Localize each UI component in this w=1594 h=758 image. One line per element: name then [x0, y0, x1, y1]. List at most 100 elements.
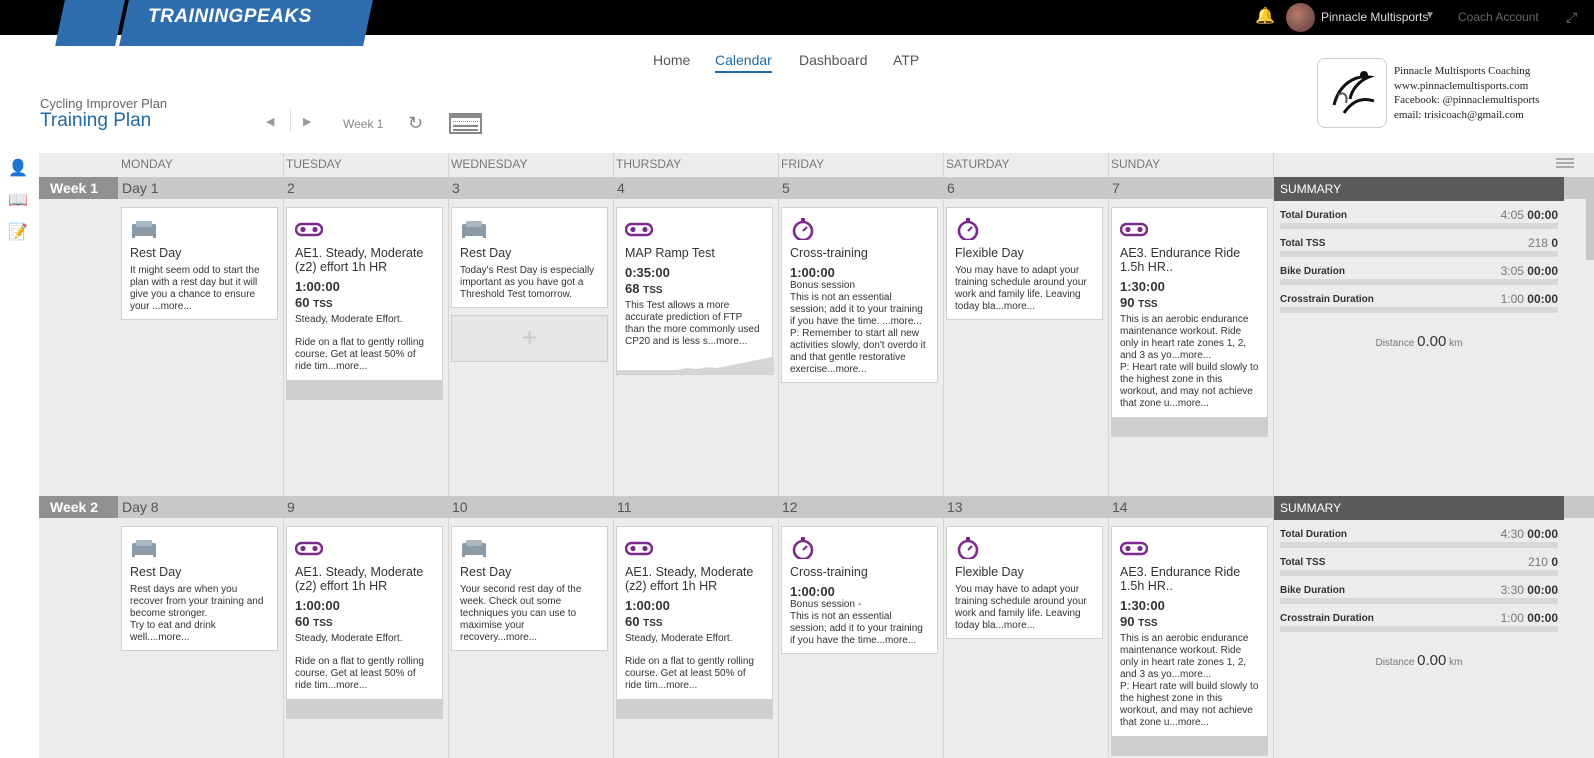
day-number: 10 — [452, 499, 468, 515]
workout-duration: 1:00:00 — [295, 598, 340, 613]
column-divider — [283, 153, 284, 758]
prev-week-icon[interactable]: ◀ — [266, 115, 274, 128]
workout-description: This is an aerobic endurance maintenance… — [1120, 633, 1249, 680]
workout-description: Ride on a flat to gently rolling course.… — [295, 337, 424, 372]
nav-atp[interactable]: ATP — [893, 52, 919, 68]
summary-row-total-tss: Total TSS 218 0 — [1274, 229, 1564, 257]
app-logo[interactable]: TRAININGPEAKS — [148, 6, 312, 28]
week-summary: SUMMARY Total Duration 4:30 00:00 Total TSS… — [1274, 496, 1564, 669]
summary-row-crosstrain-duration: Crosstrain Duration 1:00 00:00 — [1274, 604, 1564, 632]
day-number: 2 — [287, 180, 295, 196]
add-workout-button[interactable]: + — [451, 315, 608, 362]
summary-completed: 00:00 — [1527, 208, 1558, 222]
workout-type-icon — [1119, 218, 1259, 240]
stopwatch-icon — [957, 537, 979, 561]
bed-icon — [132, 540, 156, 557]
summary-planned: 1:00 — [1500, 611, 1524, 625]
workout-type-icon — [955, 218, 1094, 242]
workout-duration: 1:30:00 — [1120, 598, 1165, 613]
account-name[interactable]: Pinnacle Multisports — [1321, 10, 1428, 24]
summary-label: Total Duration — [1280, 529, 1348, 540]
summary-completed: 00:00 — [1527, 292, 1558, 306]
workout-card[interactable]: AE1. Steady, Moderate (z2) effort 1h HR 1… — [616, 526, 773, 719]
workout-type-icon — [460, 537, 599, 559]
book-icon[interactable]: 📖 — [8, 190, 30, 212]
stopwatch-icon — [957, 218, 979, 242]
caret-down-icon[interactable]: ▼ — [1425, 10, 1435, 21]
summary-label: Crosstrain Duration — [1280, 294, 1374, 305]
workout-title: AE3. Endurance Ride 1.5h HR.. — [1120, 565, 1241, 593]
day-header: TUESDAY — [286, 157, 342, 171]
workout-card[interactable]: MAP Ramp Test 0:35:00 68 TSS This Test allo… — [616, 207, 774, 375]
workout-card[interactable]: AE1. Steady, Moderate (z2) effort 1h HR 1… — [286, 207, 443, 400]
day-header: SUNDAY — [1111, 157, 1161, 171]
workout-card[interactable]: AE3. Endurance Ride 1.5h HR.. 1:30:00 90 T… — [1111, 207, 1268, 437]
tss-value: 60 — [295, 614, 310, 629]
workout-card-footer — [287, 699, 442, 718]
workout-description: Steady, Moderate Effort. — [625, 633, 733, 644]
workout-title: Cross-training — [790, 565, 868, 579]
workout-duration: 1:00:00 — [625, 598, 670, 613]
workout-type-icon — [130, 537, 269, 559]
page-title: Training Plan — [40, 110, 152, 131]
bed-icon — [462, 540, 486, 557]
bike-icon — [294, 222, 324, 237]
summary-row-total-duration: Total Duration 4:30 00:00 — [1274, 520, 1564, 548]
tss-unit: TSS — [313, 299, 333, 310]
coach-website[interactable]: www.pinnaclemultisports.com — [1394, 79, 1539, 94]
tss-value: 60 — [295, 295, 310, 310]
nav-calendar[interactable]: Calendar — [715, 52, 772, 73]
summary-progress-bar — [1280, 626, 1558, 632]
workout-card[interactable]: Flexible Day You may have to adapt your t… — [946, 207, 1103, 320]
next-week-icon[interactable]: ▶ — [303, 115, 311, 128]
workout-card[interactable]: Cross-training 1:00:00 Bonus session - This… — [781, 526, 938, 654]
distance-label: Distance — [1375, 657, 1415, 668]
tss-unit: TSS — [1138, 299, 1158, 310]
workout-tss: 60 TSS — [295, 294, 434, 314]
bike-icon — [624, 541, 654, 556]
coach-account-link[interactable]: Coach Account — [1458, 10, 1539, 24]
summary-completed: 0 — [1551, 555, 1558, 569]
workout-card[interactable]: Cross-training 1:00:00 Bonus session This i… — [781, 207, 938, 383]
coach-logo — [1317, 58, 1387, 128]
workout-title: MAP Ramp Test — [625, 246, 715, 260]
day-header: MONDAY — [121, 157, 173, 171]
workout-type-icon — [294, 218, 434, 240]
bell-icon[interactable]: 🔔 — [1255, 8, 1275, 26]
distance-label: Distance — [1375, 338, 1415, 349]
workout-description: P: Remember to start all new activities … — [790, 328, 926, 375]
workout-description: Steady, Moderate Effort. — [295, 314, 403, 325]
workout-card[interactable]: AE1. Steady, Moderate (z2) effort 1h HR 1… — [286, 526, 443, 719]
day-number: 7 — [1112, 180, 1120, 196]
expand-icon[interactable]: ⤢ — [1566, 9, 1577, 26]
athlete-library-icon[interactable]: 👤 — [8, 158, 30, 180]
top-bar: TRAININGPEAKS 🔔 Pinnacle Multisports ▼ C… — [0, 0, 1594, 46]
workout-title: AE1. Steady, Moderate (z2) effort 1h HR — [295, 565, 424, 593]
notes-icon[interactable]: 📝 — [8, 222, 30, 244]
day-header: WEDNESDAY — [451, 157, 528, 171]
workout-description: P: Heart rate will build slowly to the h… — [1120, 681, 1259, 728]
workout-card[interactable]: Rest Day Today's Rest Day is especially i… — [451, 207, 608, 308]
workout-card[interactable]: Rest Day Your second rest day of the week… — [451, 526, 608, 651]
workout-title: Rest Day — [460, 565, 512, 579]
avatar[interactable] — [1286, 3, 1315, 32]
summary-row-total-tss: Total TSS 210 0 — [1274, 548, 1564, 576]
calendar-icon[interactable] — [449, 113, 482, 134]
nav-dashboard[interactable]: Dashboard — [799, 52, 868, 68]
workout-card[interactable]: Flexible Day You may have to adapt your t… — [946, 526, 1103, 639]
workout-type-icon — [790, 537, 929, 561]
workout-card[interactable]: Rest Day Rest days are when you recover f… — [121, 526, 278, 651]
week-summary: SUMMARY Total Duration 4:05 00:00 Total TSS… — [1274, 177, 1564, 350]
workout-card[interactable]: AE3. Endurance Ride 1.5h HR.. 1:30:00 90 T… — [1111, 526, 1268, 756]
day-number: 3 — [452, 180, 460, 196]
nav-home[interactable]: Home — [653, 52, 690, 68]
refresh-icon[interactable]: ↻ — [408, 113, 423, 134]
workout-title: AE1. Steady, Moderate (z2) effort 1h HR — [295, 246, 424, 274]
workout-card[interactable]: Rest Day It might seem odd to start the p… — [121, 207, 278, 320]
scrollbar[interactable] — [1586, 180, 1594, 260]
menu-icon[interactable] — [1556, 158, 1574, 168]
summary-label: Bike Duration — [1280, 585, 1346, 596]
tss-unit: TSS — [1138, 618, 1158, 629]
day-number: 14 — [1112, 499, 1128, 515]
distance-value: 0.00 — [1417, 652, 1447, 669]
